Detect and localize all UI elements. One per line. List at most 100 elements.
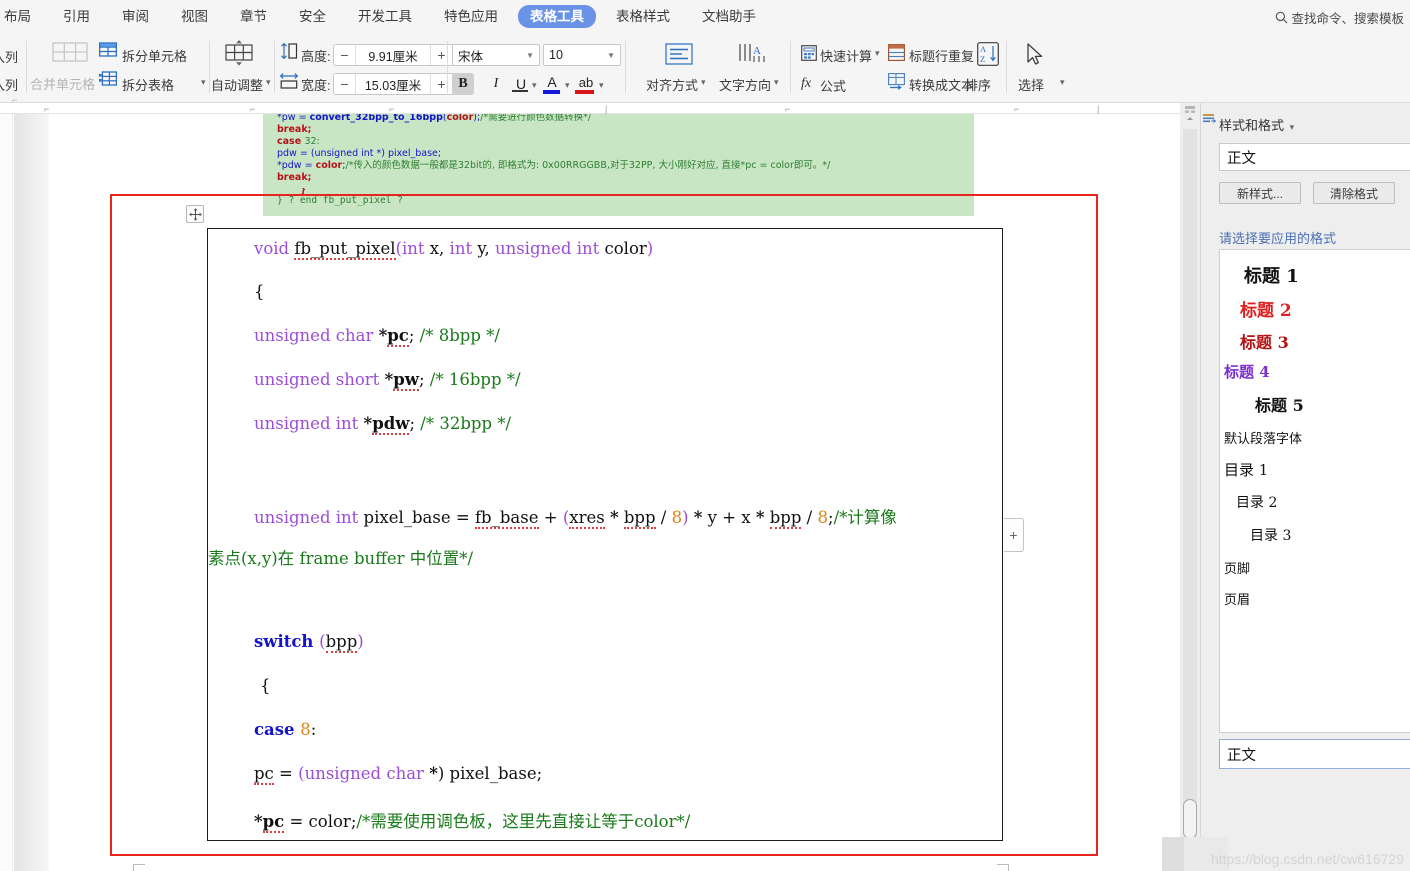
insert-column-right-label[interactable]: 入列: [0, 75, 18, 94]
scroll-page-buttons-icon[interactable]: [1182, 105, 1198, 127]
current-style-input-bottom[interactable]: 正文: [1219, 739, 1410, 769]
panel-title: 样式和格式 ▾: [1219, 115, 1294, 134]
text-direction-chevron-down-icon[interactable]: ▾: [774, 77, 779, 88]
row-height-decrease[interactable]: −: [334, 45, 355, 65]
code-token: ) pixel_base;: [437, 764, 543, 783]
code-token: =: [273, 764, 299, 783]
current-style-input-top[interactable]: 正文: [1219, 143, 1410, 171]
ribbon-divider-6: [790, 41, 791, 93]
panel-pin-icon[interactable]: [1201, 111, 1217, 127]
tab-review[interactable]: 审阅: [110, 5, 161, 28]
tab-developer-tools[interactable]: 开发工具: [346, 5, 424, 28]
code-line: *pc = color;/*需要使用调色板，这里先直接让等于color*/: [254, 808, 691, 833]
style-list-item[interactable]: 默认段落字体: [1224, 428, 1302, 447]
row-height-value[interactable]: 9.91厘米: [356, 46, 430, 65]
tab-doc-assistant[interactable]: 文档助手: [690, 5, 768, 28]
add-column-button[interactable]: +: [1004, 518, 1024, 552]
code-token: /*需要使用调色板，这里先直接让等于color*/: [356, 812, 691, 831]
ruler-mark-b: ⌐: [389, 104, 395, 114]
row-height-stepper[interactable]: − 9.91厘米 +: [333, 44, 457, 66]
font-color-chevron-down-icon[interactable]: ▾: [565, 80, 570, 91]
code-line: case 8:: [254, 720, 316, 739]
style-list-item[interactable]: 页眉: [1224, 589, 1250, 608]
code-token: *: [254, 812, 263, 831]
vertical-scrollbar[interactable]: [1180, 103, 1200, 871]
column-width-decrease[interactable]: −: [334, 74, 355, 94]
code-line: switch (bpp): [254, 632, 364, 653]
style-list-item[interactable]: 页脚: [1224, 558, 1250, 577]
column-width-increase[interactable]: +: [431, 74, 452, 94]
table-cell-selected[interactable]: void fb_put_pixel (int x, int y, unsigned…: [207, 228, 1003, 841]
panel-title-chevron-down-icon[interactable]: ▾: [1290, 122, 1295, 132]
autofit-label: 自动调整: [211, 78, 264, 93]
column-width-stepper[interactable]: − 15.03厘米 +: [333, 73, 457, 95]
font-name-chevron-down-icon[interactable]: ▼: [526, 51, 534, 60]
code-token: *: [384, 370, 394, 389]
tab-table-tools[interactable]: 表格工具: [518, 5, 596, 28]
style-list-item[interactable]: 标题 3: [1240, 329, 1289, 353]
split-table-chevron-down-icon[interactable]: ▾: [201, 77, 206, 88]
horizontal-ruler[interactable]: ⌐ ⌐ ⌐ | ⌐ ⌐ |: [0, 103, 1180, 114]
tab-featured-apps[interactable]: 特色应用: [432, 5, 510, 28]
row-height-increase[interactable]: +: [431, 45, 452, 65]
tab-layout[interactable]: 布局: [0, 5, 43, 28]
code-token: /: [801, 508, 818, 527]
code-token: convert_32bpp_to_16bpp: [309, 114, 443, 123]
formula-fx-icon: fx: [801, 76, 812, 91]
font-size-combo[interactable]: 10 ▼: [543, 44, 621, 66]
document-canvas[interactable]: pw = (unsigned short *) pixel_base;*pw =…: [0, 114, 1180, 871]
code-token: bpp: [623, 508, 656, 529]
tab-chapter[interactable]: 章节: [228, 5, 279, 28]
repeat-header-icon: [888, 44, 905, 61]
code-token: :: [310, 720, 317, 739]
tab-security[interactable]: 安全: [287, 5, 338, 28]
column-width-value[interactable]: 15.03厘米: [356, 75, 430, 94]
scrollbar-track[interactable]: [1183, 129, 1197, 847]
ribbon-toolbar: 入列 入列 ⌐ 合并单元格 拆分单元格: [0, 33, 1410, 105]
code-token: unsigned short: [254, 370, 385, 389]
clear-format-button[interactable]: 清除格式: [1313, 182, 1395, 204]
ruler-mark-c: |: [605, 104, 608, 114]
autofit-icon: [225, 40, 253, 66]
font-name-combo[interactable]: 宋体 ▼: [452, 44, 540, 66]
apply-format-hint: 请选择要应用的格式: [1219, 231, 1337, 246]
style-list[interactable]: 标题 1 标题 2 标题 3 标题 4 标题 5 默认段落字体 目录 1 目录 2 目录 3 页脚…: [1219, 249, 1410, 733]
search-command-box[interactable]: 查找命令、搜索模板: [1275, 8, 1404, 27]
style-list-item[interactable]: 标题 5: [1255, 392, 1304, 416]
new-style-button[interactable]: 新样式...: [1219, 182, 1301, 204]
green-code-line: break;: [277, 124, 311, 135]
style-list-item[interactable]: 标题 2: [1240, 296, 1292, 321]
style-list-item[interactable]: 标题 4: [1224, 361, 1270, 382]
align-chevron-down-icon[interactable]: ▾: [701, 77, 706, 88]
ruler-mark-e: ⌐: [1014, 104, 1020, 114]
row-height-label: 高度:: [301, 49, 331, 64]
code-token: /: [655, 508, 672, 527]
code-token: bpp: [325, 632, 358, 653]
autofit-chevron-down-icon[interactable]: ▾: [266, 77, 271, 88]
style-list-item[interactable]: 标题 1: [1244, 262, 1299, 288]
underline-glyph: U: [515, 76, 527, 92]
document-page[interactable]: pw = (unsigned short *) pixel_base;*pw =…: [49, 114, 1180, 871]
insert-column-left-label[interactable]: 入列: [0, 47, 18, 66]
style-list-item[interactable]: 目录 2: [1236, 492, 1277, 512]
font-size-chevron-down-icon[interactable]: ▼: [607, 51, 615, 60]
scrollbar-thumb[interactable]: [1183, 799, 1197, 839]
tab-view[interactable]: 视图: [169, 5, 220, 28]
style-list-item[interactable]: 目录 1: [1224, 459, 1268, 480]
ruler-mark-a: ⌐: [250, 104, 256, 114]
wps-writer-window: 布局 引用 审阅 视图 章节 安全 开发工具 特色应用 表格工具 表格样式 文档…: [0, 0, 1410, 871]
highlight-chevron-down-icon[interactable]: ▾: [599, 80, 604, 91]
table-move-handle[interactable]: [186, 205, 204, 223]
tab-table-styles[interactable]: 表格样式: [604, 5, 682, 28]
quick-calc-chevron-down-icon[interactable]: ▾: [875, 48, 880, 59]
code-token: /*需要进行颜色数据转换*/: [480, 114, 592, 123]
style-list-item[interactable]: 目录 3: [1250, 525, 1291, 545]
tab-references[interactable]: 引用: [51, 5, 102, 28]
code-token: y,: [477, 239, 495, 258]
code-token: pc: [254, 764, 274, 785]
code-token: unsigned int: [494, 239, 605, 258]
select-chevron-down-icon[interactable]: ▾: [1060, 77, 1065, 88]
underline-chevron-down-icon[interactable]: ▾: [532, 80, 537, 91]
italic-button[interactable]: I: [485, 73, 507, 95]
bold-button[interactable]: B: [452, 73, 474, 95]
